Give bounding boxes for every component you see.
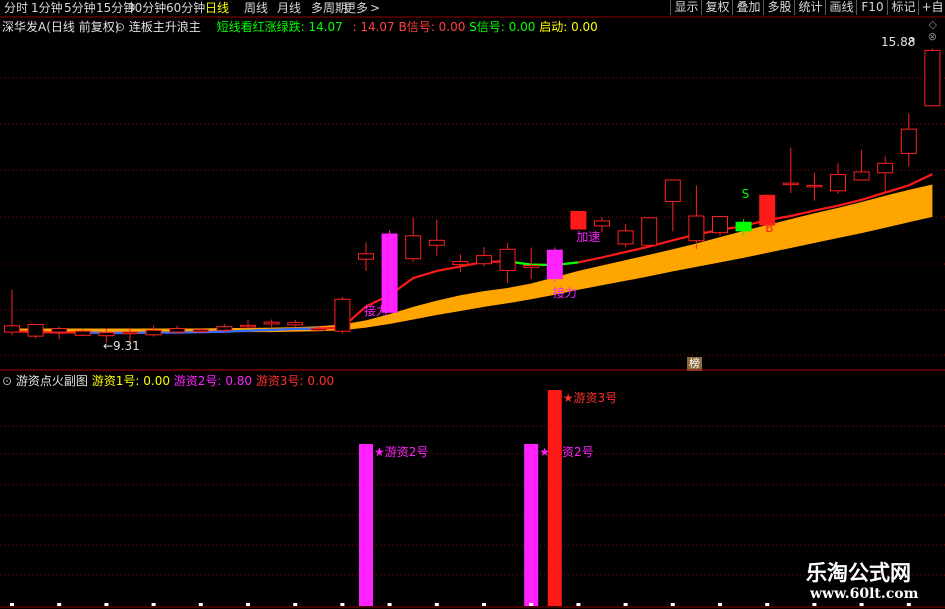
- candle-body-6: [145, 329, 162, 336]
- signal-label-2: 加速: [576, 230, 600, 244]
- watermark-url: www.60lt.com: [810, 586, 919, 602]
- candle-body-12: [287, 322, 304, 326]
- candle-body-22: [523, 265, 540, 268]
- candle-body-16: [381, 233, 398, 313]
- candle-body-5: [122, 331, 138, 335]
- sub-marker-12: [293, 603, 298, 606]
- signal-label-1: 接力: [553, 285, 577, 300]
- candle-body-31: [735, 221, 752, 232]
- signal-label-3: S: [742, 187, 750, 201]
- sub-marker-36: [859, 603, 864, 606]
- sub-marker-4: [104, 603, 109, 606]
- ma-line: [11, 173, 933, 335]
- candle-body-29: [688, 215, 705, 242]
- sub-marker-26: [623, 603, 628, 606]
- candle-body-24: [570, 211, 587, 230]
- candle-body-30: [712, 215, 728, 234]
- candle-body-2: [51, 328, 68, 333]
- sub-marker-20: [482, 603, 486, 606]
- candle-body-34: [806, 184, 823, 188]
- chart-canvas[interactable]: 接力接力加速SB★游资2号 ★游资2号★游资3号: [0, 0, 945, 609]
- candle-body-14: [334, 298, 351, 332]
- candle-body-10: [240, 324, 256, 328]
- sub-marker-30: [718, 603, 722, 606]
- candle-body-11: [263, 321, 280, 325]
- sub-marker-10: [246, 603, 250, 606]
- candle-body-18: [428, 239, 445, 246]
- candle-body-35: [830, 174, 846, 192]
- candle-body-25: [594, 220, 610, 227]
- signal-label-4: B: [765, 221, 773, 235]
- candle-body-7: [169, 328, 186, 333]
- candle-body-0: [4, 325, 20, 333]
- sub-bar-label-0: ★游资2号: [374, 445, 428, 459]
- candle-body-36: [853, 171, 870, 181]
- candle-body-27: [641, 217, 658, 246]
- sub-marker-22: [529, 603, 534, 606]
- candle-body-4: [98, 332, 115, 337]
- sub-marker-16: [387, 603, 392, 606]
- sub-marker-32: [765, 603, 770, 606]
- sub-bar-0: [359, 444, 373, 606]
- candle-body-13: [310, 328, 327, 331]
- sub-marker-8: [198, 603, 203, 606]
- ma-segment-1: [507, 260, 579, 267]
- sub-marker-14: [340, 603, 345, 606]
- sub-marker-18: [434, 603, 439, 606]
- sub-bar-label-1: ★游资2号: [539, 445, 593, 459]
- sub-bar-label-2: ★游资3号: [563, 391, 617, 405]
- candle-body-38: [900, 128, 917, 154]
- candle-body-9: [216, 326, 233, 331]
- sub-marker-24: [576, 603, 581, 606]
- candle-body-26: [617, 230, 634, 245]
- candle-body-8: [192, 329, 209, 333]
- candle-body-3: [74, 330, 91, 336]
- kline-terminal: 分时 1分钟 5分钟 15分钟 30分钟 60分钟 日线 周线 月线 多周期 更多 > 显示 复权 叠加多…: [0, 0, 945, 609]
- candle-body-20: [476, 255, 492, 265]
- candle-body-39: [924, 49, 941, 107]
- candle-body-28: [664, 179, 681, 203]
- watermark-title: 乐淘公式网: [806, 560, 911, 585]
- candle-body-33: [782, 182, 799, 186]
- sub-bar-1: [524, 444, 539, 606]
- candle-body-23: [546, 249, 563, 280]
- candle-body-19: [452, 260, 469, 266]
- sub-marker-2: [57, 603, 62, 606]
- candle-body-15: [358, 253, 374, 260]
- sub-marker-6: [151, 603, 156, 606]
- sub-bar-2: [547, 390, 562, 606]
- candle-body-37: [877, 162, 894, 174]
- sub-marker-0: [10, 603, 14, 606]
- signal-label-0: 接力: [364, 303, 388, 318]
- sub-marker-28: [670, 603, 675, 606]
- candle-body-17: [405, 235, 422, 260]
- candle-body-21: [499, 248, 516, 271]
- candle-body-1: [27, 323, 44, 337]
- sub-marker-38: [906, 603, 911, 606]
- sub-marker-34: [812, 603, 817, 606]
